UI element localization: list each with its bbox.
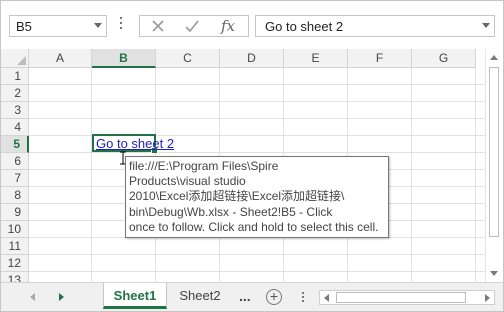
scroll-up-icon[interactable] xyxy=(490,55,498,60)
tab-sheet2[interactable]: Sheet2 xyxy=(169,283,231,309)
formula-value: Go to sheet 2 xyxy=(265,19,344,34)
formula-input[interactable]: Go to sheet 2 xyxy=(255,15,495,37)
x-icon xyxy=(152,20,164,32)
horizontal-scrollbar[interactable] xyxy=(319,290,495,305)
vertical-scroll-thumb[interactable] xyxy=(489,67,499,237)
vertical-scrollbar[interactable] xyxy=(485,49,502,282)
row-header-3[interactable]: 3 xyxy=(1,102,29,119)
insert-function-button[interactable]: fx xyxy=(212,16,244,36)
hyperlink-tooltip: file:///E:\Program Files\Spire Products\… xyxy=(125,156,389,239)
next-sheet-icon[interactable] xyxy=(59,293,64,301)
add-sheet-button[interactable]: + xyxy=(266,289,282,305)
scroll-right-icon[interactable] xyxy=(485,294,490,302)
row-header-8[interactable]: 8 xyxy=(1,187,29,204)
column-header-f[interactable]: F xyxy=(348,49,412,68)
spreadsheet-window: B5 fx Go to sheet 2 ABCDEFG 1 2 3 4 5 6 7 8 9 10 1… xyxy=(0,0,504,312)
row-header-12[interactable]: 12 xyxy=(1,255,29,272)
column-header-g[interactable]: G xyxy=(412,49,476,68)
tab-sheet1[interactable]: Sheet1 xyxy=(103,283,167,309)
tooltip-line: file:///E:\Program Files\Spire xyxy=(129,159,279,173)
hyperlink-cell-b5[interactable]: Go to sheet 2 xyxy=(96,135,174,152)
select-all-button[interactable] xyxy=(1,49,29,68)
gridline-horizontal xyxy=(29,271,485,272)
row-header-6[interactable]: 6 xyxy=(1,153,29,170)
tooltip-line: bin\Debug\Wb.xlsx - Sheet2!B5 - Click xyxy=(129,204,333,219)
gridline-horizontal xyxy=(29,84,485,85)
formula-bar: B5 fx Go to sheet 2 xyxy=(1,1,503,45)
tooltip-line: once to follow. Click and hold to select… xyxy=(129,219,379,234)
check-icon xyxy=(185,20,199,33)
name-box-value: B5 xyxy=(16,19,32,34)
gridline-horizontal xyxy=(29,101,485,102)
row-header-11[interactable]: 11 xyxy=(1,238,29,255)
row-header-9[interactable]: 9 xyxy=(1,204,29,221)
row-header-7[interactable]: 7 xyxy=(1,170,29,187)
gridline-horizontal xyxy=(29,118,485,119)
row-header-13[interactable]: 13 xyxy=(1,272,29,282)
more-sheets-button[interactable]: ... xyxy=(239,288,251,304)
chevron-down-icon[interactable] xyxy=(94,23,102,28)
gridline-horizontal xyxy=(29,254,485,255)
gridline-horizontal xyxy=(29,152,485,153)
previous-sheet-icon[interactable] xyxy=(30,293,35,301)
tooltip-line: Products\visual studio xyxy=(129,174,246,189)
column-header-b[interactable]: B xyxy=(92,49,156,68)
row-header-5[interactable]: 5 xyxy=(1,136,29,153)
sheet-tabs-bar: Sheet1 Sheet2 ... + xyxy=(1,282,503,311)
formula-bar-grip-icon[interactable] xyxy=(119,17,123,33)
horizontal-scroll-thumb[interactable] xyxy=(336,292,466,303)
chevron-down-icon[interactable] xyxy=(482,23,490,28)
column-header-e[interactable]: E xyxy=(284,49,348,68)
tooltip-line: 2010\Excel添加超链接\Excel添加超链接\ xyxy=(129,189,345,204)
worksheet-grid[interactable]: ABCDEFG 1 2 3 4 5 6 7 8 9 10 11 12 13 Go to sheet 2 … xyxy=(1,49,485,282)
column-header-c[interactable]: C xyxy=(156,49,220,68)
scroll-left-icon[interactable] xyxy=(324,294,329,302)
row-header-10[interactable]: 10 xyxy=(1,221,29,238)
tab-splitter-icon[interactable] xyxy=(301,292,304,304)
column-header-d[interactable]: D xyxy=(220,49,284,68)
enter-button[interactable] xyxy=(176,16,208,36)
name-box[interactable]: B5 xyxy=(9,15,107,37)
cancel-button[interactable] xyxy=(142,16,174,36)
row-header-2[interactable]: 2 xyxy=(1,85,29,102)
column-header-a[interactable]: A xyxy=(29,49,92,68)
scroll-down-icon[interactable] xyxy=(490,271,498,276)
formula-buttons: fx xyxy=(139,15,249,37)
row-header-1[interactable]: 1 xyxy=(1,68,29,85)
row-header-4[interactable]: 4 xyxy=(1,119,29,136)
